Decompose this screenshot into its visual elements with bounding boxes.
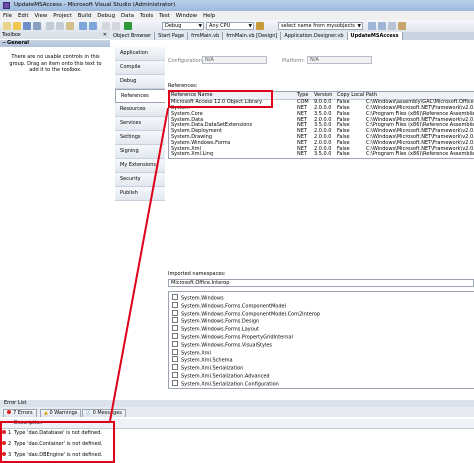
annotation-arrow — [109, 107, 169, 422]
